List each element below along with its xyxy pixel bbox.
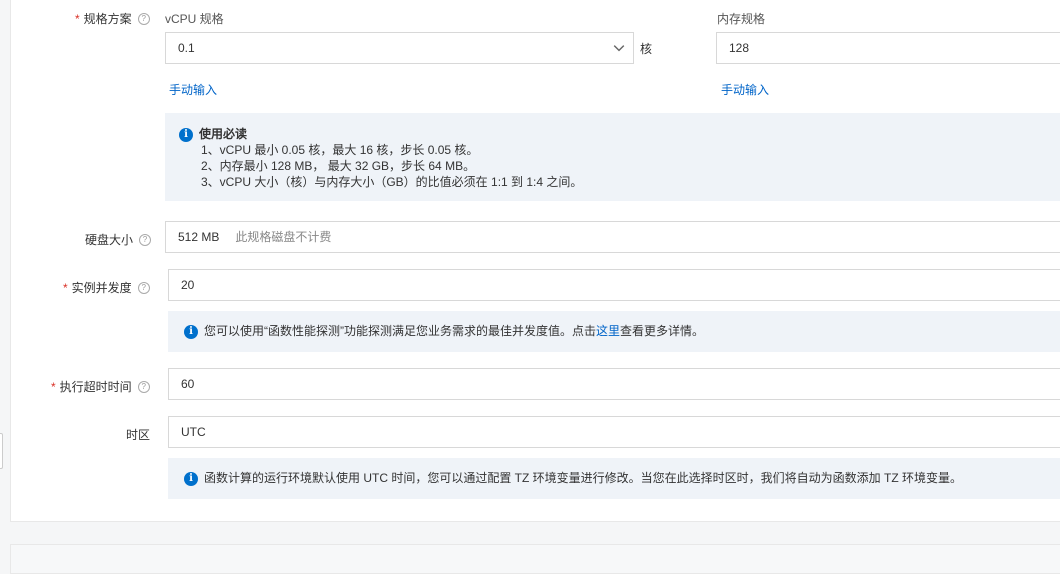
disk-label: 硬盘大小? [85,231,152,248]
question-circle-icon[interactable]: ? [139,233,152,246]
timeout-value: 60 [181,377,195,391]
question-circle-icon[interactable]: ? [137,12,150,25]
timeout-input[interactable]: 60 [168,368,1060,400]
timezone-tip-text: 函数计算的运行环境默认使用 UTC 时间，您可以通过配置 TZ 环境变量进行修改… [204,471,962,485]
timeout-label: * 执行超时时间? [51,378,150,395]
disk-label-text: 硬盘大小 [85,233,134,247]
concurrency-tip-text: 您可以使用“函数性能探测”功能探测满足您业务需求的最佳并发度值。点击 [204,324,596,338]
memory-select[interactable]: 128 [716,32,1060,64]
vcpu-select[interactable]: 0.1 [165,32,634,64]
must-read-notice: i 使用必读 1、vCPU 最小 0.05 核，最大 16 核，步长 0.05 核… [165,113,1060,201]
must-read-line: 1、vCPU 最小 0.05 核，最大 16 核，步长 0.05 核。 [201,143,479,157]
timeout-label-text: 执行超时时间 [59,380,132,394]
timezone-tip: i 函数计算的运行环境默认使用 UTC 时间，您可以通过配置 TZ 环境变量进行修… [168,458,1060,499]
required-mark: * [63,281,68,295]
required-mark: * [51,380,56,394]
must-read-line: 3、vCPU 大小（核）与内存大小（GB）的比值必须在 1:1 到 1:4 之间… [201,175,583,189]
vcpu-label: vCPU 规格 [165,12,224,26]
disk-size-field[interactable]: 512 MB 此规格磁盘不计费 [165,221,1060,253]
info-circle-icon: i [184,471,198,486]
timezone-select[interactable]: UTC [168,416,1060,448]
concurrency-value: 20 [181,278,195,292]
manual-input-mem-link[interactable]: 手动输入 [721,81,769,98]
manual-input-cpu-link[interactable]: 手动输入 [169,81,217,98]
concurrency-tip-tail: 查看更多详情。 [620,324,705,338]
spec-label: * 规格方案? [75,10,150,27]
vcpu-unit: 核 [640,42,653,56]
must-read-line: 2、内存最小 128 MB， 最大 32 GB，步长 64 MB。 [201,159,476,173]
side-drawer-handle[interactable] [0,433,3,469]
concurrency-label-text: 实例并发度 [71,281,132,295]
info-circle-icon: i [184,324,198,339]
concurrency-tip: i 您可以使用“函数性能探测”功能探测满足您业务需求的最佳并发度值。点击这里查看更… [168,311,1060,352]
required-mark: * [75,12,80,26]
next-section-panel [10,544,1060,574]
chevron-down-icon [613,45,625,52]
concurrency-tip-link[interactable]: 这里 [596,324,620,338]
disk-note: 此规格磁盘不计费 [235,230,332,244]
question-circle-icon[interactable]: ? [137,281,150,294]
memory-value: 128 [729,41,750,55]
memory-label: 内存规格 [717,12,766,26]
question-circle-icon[interactable]: ? [137,380,150,393]
function-config-panel: * 规格方案? vCPU 规格 0.1 核 内存规格 128 手动输入 手动输入 … [10,0,1060,522]
vcpu-value: 0.1 [178,41,195,55]
info-circle-icon: i [179,127,193,142]
concurrency-label: * 实例并发度? [63,279,150,296]
timezone-label: 时区 [126,428,151,442]
must-read-title: 使用必读 [199,127,248,141]
concurrency-input[interactable]: 20 [168,269,1060,301]
spec-label-text: 规格方案 [83,12,132,26]
disk-value: 512 MB [178,230,220,244]
must-read-header: i 使用必读 [179,125,1057,142]
timezone-value: UTC [181,425,206,439]
